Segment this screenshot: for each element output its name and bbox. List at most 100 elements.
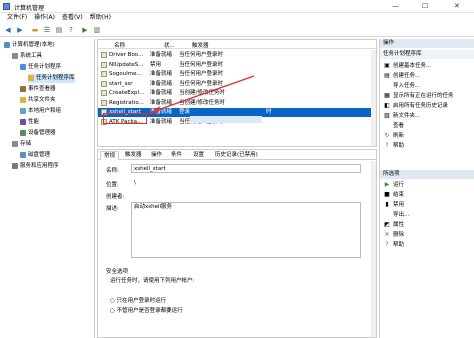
action-item[interactable]: ✕ 删除 bbox=[384, 231, 404, 239]
menu-view[interactable]: 查看(V) bbox=[62, 13, 83, 23]
location-field: \ bbox=[131, 178, 361, 187]
tree-node[interactable]: 事件查看器 bbox=[20, 85, 56, 94]
forward-arrow-icon[interactable]: ▶ bbox=[15, 26, 25, 35]
task-row[interactable]: NIUpdateS... 禁用 当任何用户登录时 bbox=[98, 61, 376, 70]
task-detail-panel: 常规 触发器 操作 条件 设置 历史记录(已禁用) 名称: xshell_sta… bbox=[97, 149, 377, 338]
action-item[interactable]: ↻ 刷新 bbox=[384, 132, 404, 140]
menu-help[interactable]: 帮助(H) bbox=[90, 13, 111, 23]
menu-bar: 文件(F) 操作(A) 查看(V) 帮助(H) bbox=[0, 13, 474, 23]
option-whether-logged[interactable]: ○ 不管用户是否登录都要运行 bbox=[110, 306, 183, 314]
action-item[interactable]: ◩ 属性 bbox=[384, 221, 404, 229]
folder-icon[interactable]: ▬ bbox=[30, 26, 40, 35]
column-header-status[interactable]: 状... bbox=[164, 41, 175, 49]
option-whether-logged-label: 不管用户是否登录都要运行 bbox=[116, 308, 183, 314]
action-item[interactable]: ■ 结束 bbox=[384, 191, 404, 199]
tab-settings[interactable]: 设置 bbox=[190, 151, 207, 160]
actions-subheader-library[interactable]: 任务计划程序库 bbox=[380, 50, 474, 59]
tree-node-icon bbox=[20, 63, 26, 70]
task-status: 准备就绪 bbox=[150, 118, 173, 125]
action-item[interactable]: ? 帮助 bbox=[384, 241, 404, 249]
tree-node-icon bbox=[20, 151, 26, 158]
tree-node[interactable]: 计算机管理(本地) bbox=[4, 41, 55, 50]
disable-icon: ▮ bbox=[385, 201, 389, 208]
author-field bbox=[131, 190, 361, 199]
description-field[interactable]: 启动xshell服务 bbox=[131, 202, 361, 258]
run-icon[interactable]: ▶ bbox=[80, 26, 90, 35]
action-item[interactable]: ▤ 创建任务... bbox=[384, 72, 420, 80]
show-running-icon: ▦ bbox=[384, 92, 390, 99]
panel-icon[interactable]: ▥ bbox=[92, 26, 102, 35]
tree-node-icon bbox=[20, 85, 26, 92]
action-item[interactable]: ▧ 新文件夹... bbox=[384, 112, 420, 120]
name-field[interactable]: xshell_start bbox=[131, 164, 361, 173]
task-name: NIUpdateS... bbox=[109, 61, 144, 68]
tree-node[interactable]: 任务计划程序库 bbox=[28, 74, 75, 83]
enable-history-icon: ◧ bbox=[384, 102, 390, 109]
tree-node[interactable]: 共享文件夹 bbox=[20, 96, 56, 105]
menu-action[interactable]: 操作(A) bbox=[34, 13, 55, 23]
action-item[interactable]: ▶ 运行 bbox=[384, 181, 404, 189]
minimize-button[interactable]: — bbox=[392, 2, 399, 10]
option-only-logged-on[interactable]: ○ 只在用户登录时运行 bbox=[110, 296, 166, 304]
task-row[interactable] bbox=[98, 127, 376, 136]
task-icon bbox=[101, 52, 107, 58]
tree-node-label: 存储 bbox=[20, 141, 32, 147]
tree-node[interactable]: 本地用户和组 bbox=[20, 107, 61, 116]
list-icon[interactable]: ☰ bbox=[42, 26, 52, 35]
create-basic-task-icon: ▣ bbox=[384, 62, 390, 69]
action-item[interactable]: ▣ 创建基本任务... bbox=[384, 62, 431, 70]
tab-history[interactable]: 历史记录(已禁用) bbox=[212, 151, 261, 160]
task-icon bbox=[101, 99, 107, 106]
back-arrow-icon[interactable]: ◀ bbox=[3, 26, 13, 35]
maximize-button[interactable]: ☐ bbox=[422, 2, 428, 10]
task-row[interactable]: Driver Boo... 准备就绪 当任何用户登录时 bbox=[98, 51, 376, 60]
tree-node-icon bbox=[28, 74, 34, 81]
annotation-arrow bbox=[148, 75, 255, 114]
tree-node-label: 设备管理器 bbox=[28, 130, 56, 136]
tab-conditions[interactable]: 条件 bbox=[168, 151, 185, 160]
action-item-label: 刷新 bbox=[393, 133, 405, 139]
security-options-title: 安全选项 bbox=[106, 269, 129, 275]
task-row[interactable] bbox=[98, 137, 376, 146]
tree-node-label: 服务和应用程序 bbox=[20, 163, 59, 169]
actions-pane: 操作 任务计划程序库 所选项 ▣ 创建基本任务... ▤ 创建任务... 导入任务...… bbox=[379, 39, 474, 338]
tree-node[interactable]: 磁盘管理 bbox=[20, 151, 50, 160]
tree-node[interactable]: 性能 bbox=[20, 118, 39, 127]
action-item[interactable]: ▮ 禁用 bbox=[384, 201, 404, 209]
create-task-icon: ▤ bbox=[384, 72, 390, 79]
action-item-label: 删除 bbox=[393, 232, 405, 238]
task-list-header: 名称 状... 触发器 bbox=[98, 40, 376, 49]
action-item[interactable]: 导入任务... bbox=[384, 82, 420, 90]
option-only-logged-on-label: 只在用户登录时运行 bbox=[116, 298, 167, 304]
tab-actions[interactable]: 操作 bbox=[148, 151, 165, 160]
tree-node[interactable]: 设备管理器 bbox=[20, 129, 56, 138]
tree-node-label: 计算机管理(本地) bbox=[12, 42, 55, 48]
action-item[interactable]: 查看 bbox=[384, 122, 404, 130]
action-item-label: 属性 bbox=[393, 222, 405, 228]
tree-node[interactable]: 服务和应用程序 bbox=[12, 162, 59, 171]
detail-scrollbar[interactable] bbox=[371, 161, 376, 337]
tree-node-label: 系统工具 bbox=[20, 53, 43, 59]
tab-general[interactable]: 常规 bbox=[100, 151, 120, 160]
tree-node[interactable]: 存储 bbox=[12, 140, 31, 149]
action-item-label: 新文件夹... bbox=[393, 113, 421, 119]
action-item[interactable]: ▦ 显示所有正在运行的任务 bbox=[384, 92, 453, 100]
name-label: 名称: bbox=[106, 168, 119, 174]
properties-icon[interactable]: ▤ bbox=[54, 26, 64, 35]
action-item[interactable]: 导出... bbox=[384, 211, 409, 219]
menu-file[interactable]: 文件(F) bbox=[7, 13, 27, 23]
run-as-field bbox=[110, 285, 250, 294]
tree-node[interactable]: 任务计划程序 bbox=[20, 63, 61, 72]
column-header-trigger[interactable]: 触发器 bbox=[192, 41, 209, 49]
column-header-name[interactable]: 名称 bbox=[114, 41, 125, 49]
window-title: 计算机管理 bbox=[14, 5, 45, 12]
selected-item-header[interactable]: 所选项 bbox=[380, 170, 474, 179]
tab-triggers[interactable]: 触发器 bbox=[122, 151, 145, 160]
computer-management-icon bbox=[3, 3, 10, 10]
action-item[interactable]: ◧ 启用所有任务历史记录 bbox=[384, 102, 448, 110]
help-icon[interactable]: ? bbox=[66, 26, 76, 35]
action-item[interactable]: ? 帮助 bbox=[384, 142, 404, 150]
tree-node[interactable]: 系统工具 bbox=[12, 52, 42, 61]
task-list-scrollbar[interactable] bbox=[371, 50, 376, 146]
close-button[interactable]: ✕ bbox=[454, 2, 460, 10]
